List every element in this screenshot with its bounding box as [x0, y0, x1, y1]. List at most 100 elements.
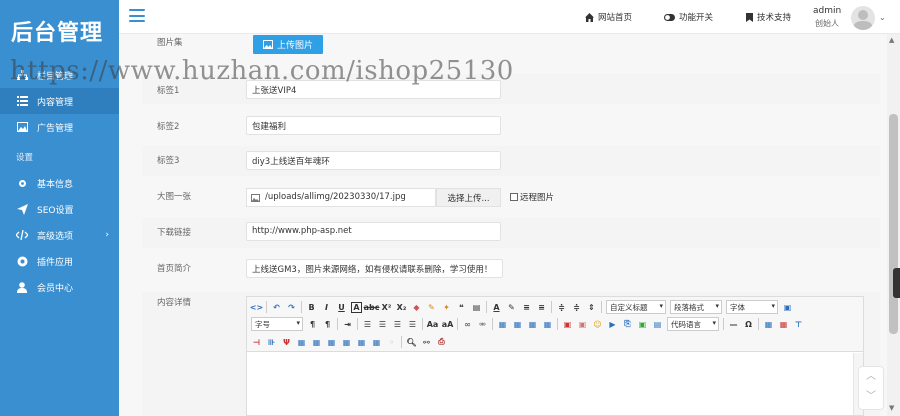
delete-row-icon[interactable]: ⊪ [266, 337, 277, 348]
align-center-icon[interactable]: ☰ [377, 319, 388, 330]
undo-icon[interactable]: ↶ [271, 302, 282, 313]
special-chars-icon[interactable]: Ω [743, 319, 754, 330]
bigimg-path-input[interactable]: /uploads/allimg/20230330/17.jpg [246, 188, 436, 207]
print-icon[interactable]: ⎙ [436, 337, 447, 348]
choose-upload-button[interactable]: 选择上传... [436, 188, 501, 207]
sidebar-item-columns[interactable]: 栏目管理 [0, 62, 119, 88]
horizontal-rule-icon[interactable]: — [728, 319, 739, 330]
sidebar-item-ads[interactable]: 广告管理 [0, 114, 119, 140]
source-code-icon[interactable]: <> [250, 302, 263, 313]
sidebar-item-content[interactable]: 内容管理 [0, 88, 119, 114]
insert-video-icon[interactable]: ▶ [607, 319, 618, 330]
side-panel-handle[interactable] [893, 268, 900, 298]
pasteplain-icon[interactable]: ▤ [471, 302, 482, 313]
insert-paragraph-before-table-icon[interactable]: ⊤ [793, 319, 804, 330]
insert-frame-icon[interactable]: ▤ [652, 319, 663, 330]
sidebar-item-plugins[interactable]: 插件应用 [0, 248, 119, 274]
subscript-icon[interactable]: X₂ [396, 302, 407, 313]
map-icon[interactable]: ▣ [637, 319, 648, 330]
align-justify-icon[interactable]: ☰ [407, 319, 418, 330]
avatar[interactable] [851, 6, 875, 30]
download-input[interactable]: http://www.php-asp.net [246, 222, 501, 241]
strikethrough-icon[interactable]: abc [364, 302, 380, 313]
go-to-bottom-icon[interactable]: ﹀ [859, 387, 883, 407]
sidebar-item-seo[interactable]: SEO设置 [0, 196, 119, 222]
sidebar-item-basic-info[interactable]: 基本信息 [0, 170, 119, 196]
merge-right-icon[interactable]: ▦ [326, 337, 337, 348]
insert-row-icon[interactable]: ⊣ [251, 337, 262, 348]
site-home-link[interactable]: 网站首页 [585, 11, 632, 23]
superscript-icon[interactable]: X² [381, 302, 392, 313]
code-language-select[interactable]: 代码语言 [667, 317, 719, 331]
tag2-input[interactable]: 包建福利 [246, 116, 501, 135]
remote-image-checkbox[interactable]: 远程图片 [510, 191, 554, 203]
bold-icon[interactable]: B [306, 302, 317, 313]
row-spacing-bottom-icon[interactable]: ≑ [571, 302, 582, 313]
italic-icon[interactable]: I [321, 302, 332, 313]
menu-toggle-icon[interactable] [129, 9, 145, 23]
autotype-icon[interactable]: ✦ [441, 302, 452, 313]
search-replace-icon[interactable]: 🔍︎ [406, 337, 417, 348]
format-brush-icon[interactable]: ✎ [426, 302, 437, 313]
paragraph-format-select[interactable]: 段落格式 [670, 300, 722, 314]
tech-support-link[interactable]: 技术支持 [746, 11, 791, 23]
back-to-top-icon[interactable]: ︿ [859, 367, 883, 387]
split-cols-icon[interactable]: ◦ [386, 337, 397, 348]
row-spacing-top-icon[interactable]: ≑ [556, 302, 567, 313]
split-rows-icon[interactable]: ▦ [371, 337, 382, 348]
align-left-icon[interactable]: ☰ [362, 319, 373, 330]
merge-cells-icon[interactable]: ▦ [311, 337, 322, 348]
font-size-select[interactable]: 字号 [251, 317, 303, 331]
tag3-input[interactable]: diy3上线送百年魂环 [246, 151, 501, 170]
sidebar-item-advanced[interactable]: 高级选项 › [0, 222, 119, 248]
eraser-icon[interactable]: ◆ [411, 302, 422, 313]
upload-image-button[interactable]: 上传图片 [253, 35, 323, 54]
unordered-list-icon[interactable]: ≡ [536, 302, 547, 313]
tolowercase-icon[interactable]: aA [442, 319, 454, 330]
insert-image-icon[interactable]: ▣ [577, 319, 588, 330]
ordered-list-icon[interactable]: ≡ [521, 302, 532, 313]
font-border-icon[interactable]: A [351, 301, 362, 313]
page-scrollbar[interactable]: ▲ ▼ [887, 34, 900, 416]
directionality-rtl-icon[interactable]: ¶ [322, 319, 333, 330]
insert-table-icon[interactable]: ▦ [763, 319, 774, 330]
direction-icon[interactable]: ▣ [782, 302, 793, 313]
feature-toggle-link[interactable]: 功能开关 [664, 11, 713, 23]
line-height-icon[interactable]: ⇕ [586, 302, 597, 313]
delete-col-icon[interactable]: ▦ [296, 337, 307, 348]
scroll-down-icon[interactable]: ▼ [889, 404, 894, 412]
redo-icon[interactable]: ↷ [286, 302, 297, 313]
scroll-thumb[interactable] [889, 114, 898, 334]
image-center-icon[interactable]: ▦ [542, 319, 553, 330]
custom-title-select[interactable]: 自定义标题 [606, 300, 666, 314]
rich-text-editor[interactable]: <> ↶ ↷ B I U A abc X² X₂ ◆ ✎ ✦ ❝ ▤ A ✎ ≡… [246, 296, 864, 416]
checkbox-box[interactable] [510, 193, 518, 201]
delete-table-icon[interactable]: ▦ [778, 319, 789, 330]
merge-down-icon[interactable]: ▦ [341, 337, 352, 348]
image-none-icon[interactable]: ▦ [497, 319, 508, 330]
unlink-icon[interactable]: ⚮ [477, 319, 488, 330]
image-left-icon[interactable]: ▦ [512, 319, 523, 330]
font-family-select[interactable]: 字体 [726, 300, 778, 314]
user-name[interactable]: admin [813, 6, 841, 16]
attachment-icon[interactable]: ⎘ [622, 319, 633, 330]
tag1-input[interactable]: 上张送VIP4 [246, 80, 501, 99]
intro-input[interactable]: 上线送GM3，图片来源网络，如有侵权请联系删除，学习使用！ [246, 259, 503, 278]
blockquote-icon[interactable]: ❝ [456, 302, 467, 313]
emotion-icon[interactable]: ☺ [592, 319, 603, 330]
scroll-up-icon[interactable]: ▲ [889, 36, 894, 44]
touppercase-icon[interactable]: Aa [427, 319, 439, 330]
underline-icon[interactable]: U [336, 302, 347, 313]
split-cells-icon[interactable]: ▦ [356, 337, 367, 348]
align-right-icon[interactable]: ☰ [392, 319, 403, 330]
chevron-down-icon[interactable]: ⌄ [879, 13, 886, 22]
indent-icon[interactable]: ⇥ [342, 319, 353, 330]
link-icon[interactable]: ∞ [462, 319, 473, 330]
font-color-icon[interactable]: A [491, 302, 502, 313]
background-color-icon[interactable]: ✎ [506, 302, 517, 313]
sidebar-item-members[interactable]: 会员中心 [0, 274, 119, 300]
image-right-icon[interactable]: ▦ [527, 319, 538, 330]
preview-icon[interactable]: ⚯ [421, 337, 432, 348]
insert-col-icon[interactable]: Ψ [281, 337, 292, 348]
simple-upload-icon[interactable]: ▣ [562, 319, 573, 330]
